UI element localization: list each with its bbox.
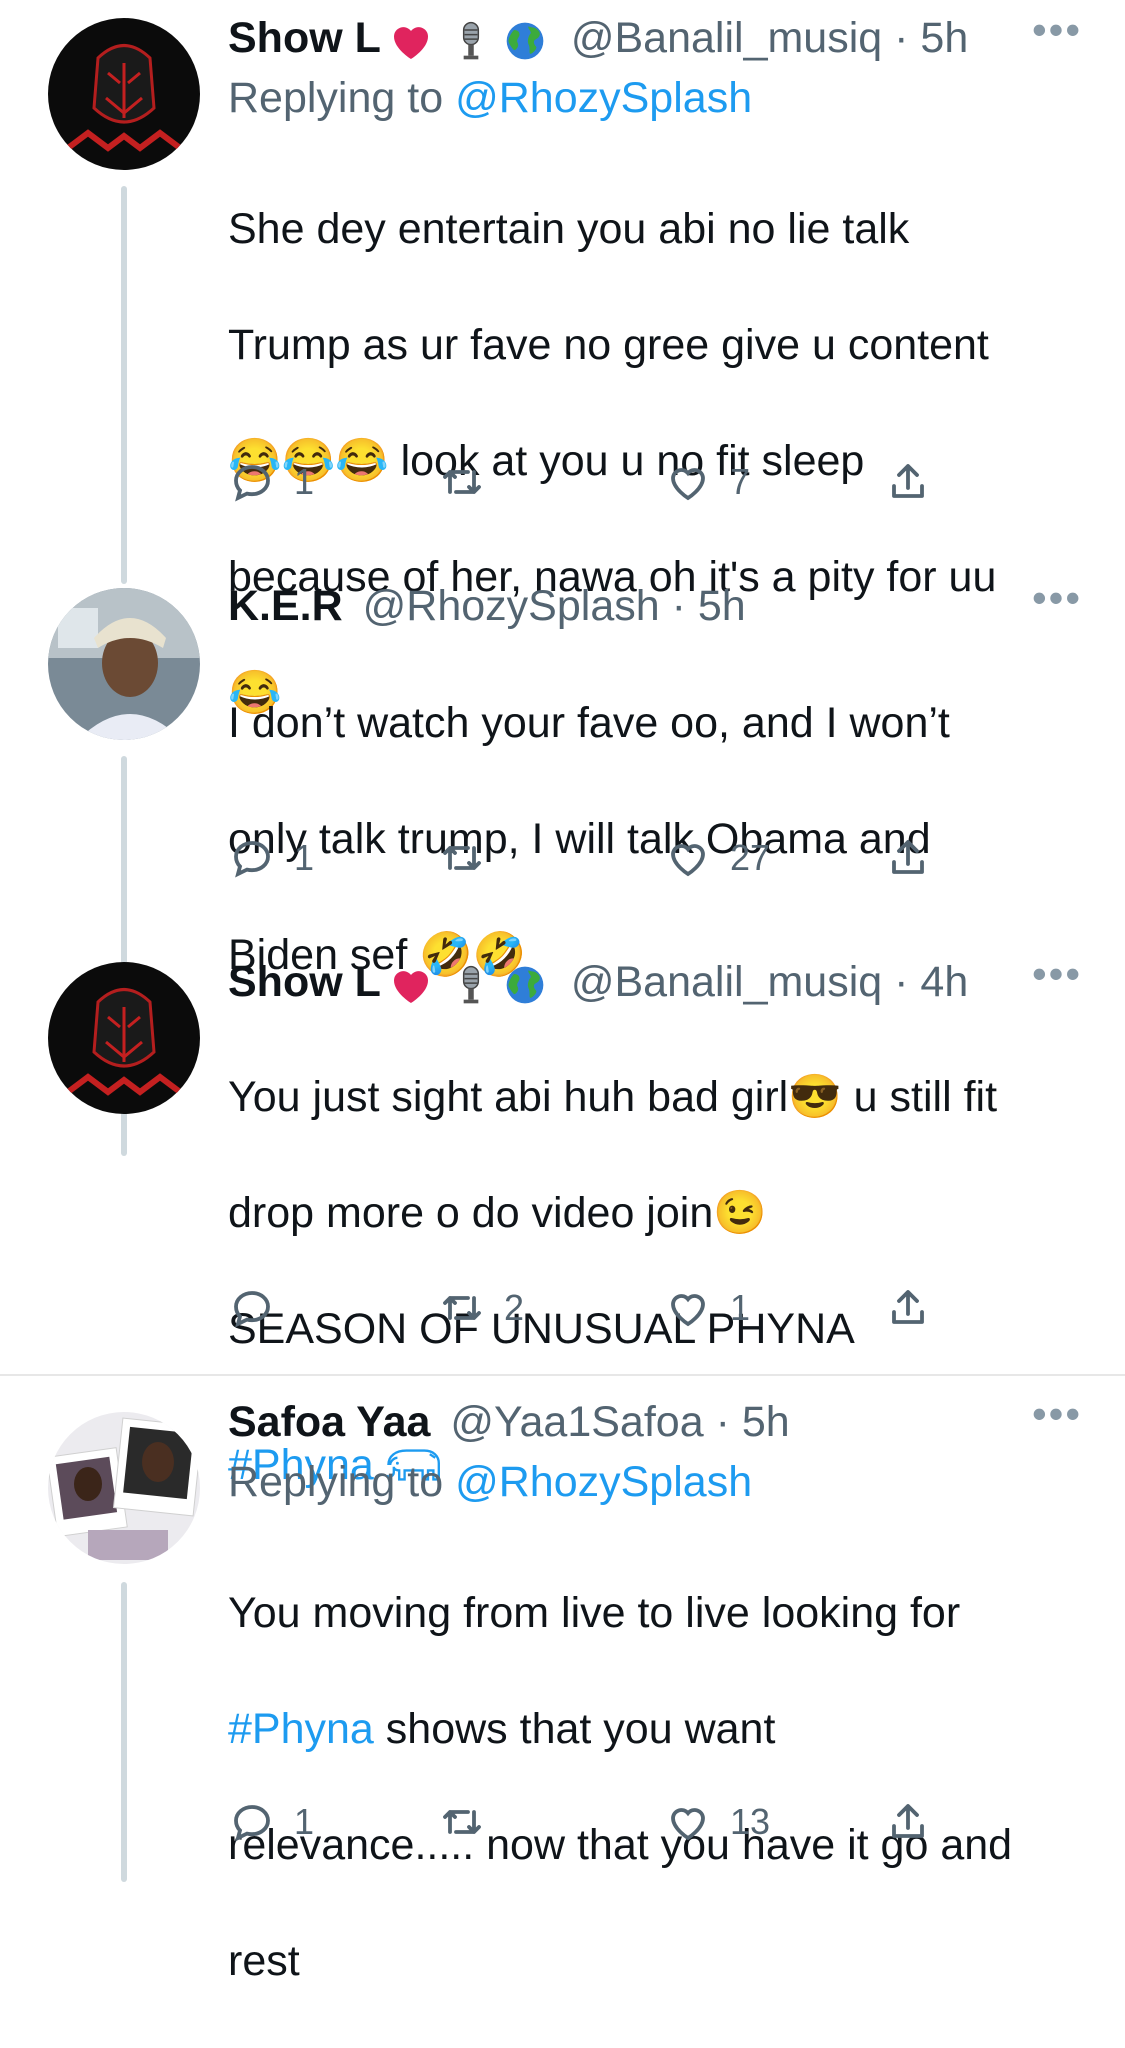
timestamp[interactable]: · 5h	[716, 1398, 790, 1446]
tweet-actions: 1 13	[228, 1792, 988, 1852]
tweet-1[interactable]: Show L @Banalil_musiq · 5h ••• Replying …	[0, 0, 1125, 717]
tweet-header: K.E.R @RhozySplash · 5h	[228, 576, 746, 636]
handle[interactable]: @RhozySplash	[363, 582, 660, 630]
share-button[interactable]	[884, 1792, 932, 1852]
tweet-header: Show L @Banalil_musiq · 4h	[228, 952, 968, 1012]
avatar[interactable]	[48, 588, 200, 740]
tweet-text: You moving from live to live looking for…	[228, 1589, 1013, 1985]
red-heart-icon	[387, 961, 435, 1009]
display-name[interactable]: Show L	[228, 958, 381, 1006]
handle[interactable]: @Yaa1Safoa	[450, 1398, 703, 1446]
avatar[interactable]	[48, 962, 200, 1114]
like-button[interactable]: 1	[664, 1278, 750, 1338]
replying-to: Replying to @RhozySplash	[228, 74, 753, 122]
more-icon[interactable]: •••	[1027, 952, 1087, 1012]
tweet-4[interactable]: Safoa Yaa @Yaa1Safoa · 5h ••• Replying t…	[0, 1376, 1125, 1985]
like-button[interactable]: 13	[664, 1792, 770, 1852]
display-name[interactable]: K.E.R	[228, 582, 343, 630]
red-heart-icon	[387, 17, 435, 65]
reply-button[interactable]: 1	[228, 452, 314, 512]
share-button[interactable]	[884, 452, 932, 512]
handle[interactable]: @Banalil_musiq	[571, 958, 882, 1006]
share-button[interactable]	[884, 828, 932, 888]
heart-icon	[664, 834, 712, 882]
retweet-button[interactable]	[438, 452, 504, 512]
tweet-actions: 1 27	[228, 828, 988, 888]
retweet-icon	[438, 1284, 486, 1332]
heart-icon	[664, 1284, 712, 1332]
avatar[interactable]	[48, 1412, 200, 1564]
display-name[interactable]: Show L	[228, 14, 381, 62]
replying-to-link[interactable]: @RhozySplash	[455, 1458, 752, 1506]
heart-icon	[664, 1798, 712, 1846]
thread-line	[121, 560, 127, 584]
reply-button[interactable]	[228, 1278, 294, 1338]
share-icon	[884, 834, 932, 882]
retweet-button[interactable]	[438, 828, 504, 888]
tweet-header: Show L @Banalil_musiq · 5h	[228, 8, 968, 68]
tweet-3[interactable]: Show L @Banalil_musiq · 4h ••• You just …	[0, 940, 1125, 1489]
globe-icon	[503, 963, 547, 1007]
reply-icon	[228, 458, 276, 506]
microphone-icon	[449, 963, 493, 1007]
retweet-icon	[438, 834, 486, 882]
retweet-icon	[438, 1798, 486, 1846]
handle[interactable]: @Banalil_musiq	[571, 14, 882, 62]
thread-line	[121, 186, 127, 576]
retweet-icon	[438, 458, 486, 506]
timestamp[interactable]: · 4h	[894, 958, 968, 1006]
share-icon	[884, 458, 932, 506]
reply-button[interactable]: 1	[228, 828, 314, 888]
avatar[interactable]	[48, 18, 200, 170]
replying-to: Replying to @RhozySplash	[228, 1458, 753, 1506]
more-icon[interactable]: •••	[1027, 576, 1087, 636]
tweet-actions: 2 1	[228, 1278, 988, 1338]
retweet-button[interactable]	[438, 1792, 504, 1852]
thread-line	[121, 1582, 127, 1882]
tweet-header: Safoa Yaa @Yaa1Safoa · 5h	[228, 1392, 790, 1452]
display-name[interactable]: Safoa Yaa	[228, 1398, 430, 1446]
tweet-2[interactable]: K.E.R @RhozySplash · 5h ••• I don’t watc…	[0, 560, 1125, 1156]
more-icon[interactable]: •••	[1027, 1392, 1087, 1452]
reply-button[interactable]: 1	[228, 1792, 314, 1852]
reply-icon	[228, 1798, 276, 1846]
like-button[interactable]: 27	[664, 828, 770, 888]
reply-icon	[228, 834, 276, 882]
share-button[interactable]	[884, 1278, 932, 1338]
heart-icon	[664, 458, 712, 506]
timestamp[interactable]: · 5h	[672, 582, 746, 630]
share-icon	[884, 1284, 932, 1332]
share-icon	[884, 1798, 932, 1846]
timestamp[interactable]: · 5h	[894, 14, 968, 62]
replying-to-link[interactable]: @RhozySplash	[455, 74, 752, 122]
retweet-button[interactable]: 2	[438, 1278, 524, 1338]
like-button[interactable]: 7	[664, 452, 750, 512]
hashtag-link[interactable]: #Phyna	[228, 1705, 374, 1753]
reply-icon	[228, 1284, 276, 1332]
globe-icon	[503, 19, 547, 63]
microphone-icon	[449, 19, 493, 63]
more-icon[interactable]: •••	[1027, 8, 1087, 68]
tweet-actions: 1 7	[228, 452, 988, 512]
